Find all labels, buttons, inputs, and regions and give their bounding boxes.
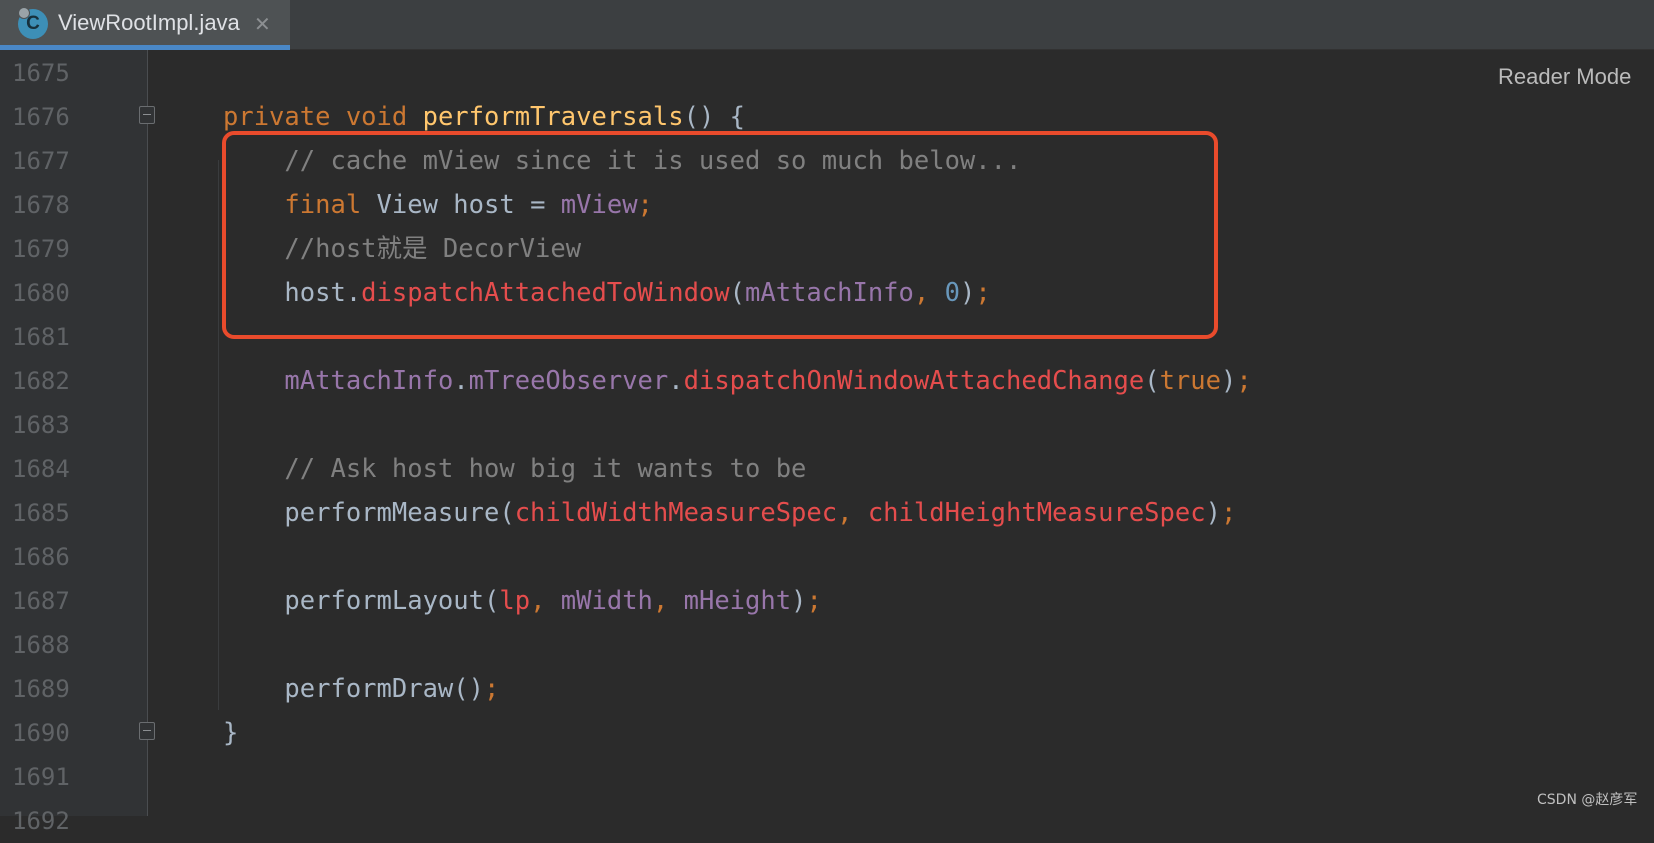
- code-token: ): [1220, 366, 1237, 396]
- editor-tab-viewrootimpl[interactable]: C ViewRootImpl.java ✕: [0, 0, 290, 50]
- code-token: mHeight: [683, 586, 792, 616]
- code-token: // Ask host how big it wants to be: [284, 454, 807, 484]
- code-line[interactable]: 1691: [0, 755, 1654, 799]
- code-text: mAttachInfo.mTreeObserver.dispatchOnWind…: [223, 359, 1252, 403]
- code-text: // Ask host how big it wants to be: [223, 447, 806, 491]
- reader-mode-button[interactable]: Reader Mode: [1498, 64, 1631, 90]
- line-number: 1675: [12, 59, 70, 87]
- code-token: childWidthMeasureSpec: [514, 498, 838, 528]
- code-token: ;: [806, 586, 822, 616]
- code-line[interactable]: 1685 performMeasure(childWidthMeasureSpe…: [0, 491, 1654, 535]
- code-token: mWidth: [560, 586, 653, 616]
- editor-tab-bar: C ViewRootImpl.java ✕: [0, 0, 1654, 50]
- highlight-annotation-box: [222, 131, 1218, 339]
- line-number: 1681: [12, 323, 70, 351]
- code-token: private: [223, 102, 346, 132]
- line-number: 1690: [12, 719, 70, 747]
- line-number: 1687: [12, 587, 70, 615]
- code-text: performDraw();: [223, 667, 499, 711]
- code-line[interactable]: 1687 performLayout(lp, mWidth, mHeight);: [0, 579, 1654, 623]
- code-token: ,: [652, 586, 684, 616]
- line-number: 1682: [12, 367, 70, 395]
- code-token: .: [668, 366, 684, 396]
- code-token: dispatchOnWindowAttachedChange: [683, 366, 1145, 396]
- code-token: (: [1144, 366, 1160, 396]
- line-number: 1676: [12, 103, 70, 131]
- code-token: ,: [530, 586, 561, 616]
- code-token: performMeasure(: [223, 498, 515, 528]
- code-token: mAttachInfo: [284, 366, 454, 396]
- fold-marker-icon[interactable]: [139, 722, 155, 740]
- line-number: 1678: [12, 191, 70, 219]
- code-token: performTraversals: [422, 102, 684, 132]
- code-token: ): [791, 586, 807, 616]
- code-token: ;: [1220, 498, 1237, 528]
- code-token: mTreeObserver: [468, 366, 669, 396]
- line-number: 1680: [12, 279, 70, 307]
- code-token: ): [1205, 498, 1221, 528]
- code-token: performLayout(: [223, 586, 500, 616]
- line-number: 1688: [12, 631, 70, 659]
- code-token: lp: [499, 586, 531, 616]
- code-token: void: [345, 102, 423, 132]
- code-line[interactable]: 1688: [0, 623, 1654, 667]
- code-token: true: [1159, 366, 1221, 396]
- code-token: .: [453, 366, 469, 396]
- tab-label: ViewRootImpl.java: [58, 10, 240, 35]
- line-number: 1679: [12, 235, 70, 263]
- code-token: ;: [484, 674, 500, 704]
- code-token: () {: [683, 102, 746, 132]
- code-token: }: [223, 718, 239, 748]
- line-number: 1677: [12, 147, 70, 175]
- close-icon[interactable]: ✕: [254, 11, 271, 37]
- line-number: 1691: [12, 763, 70, 791]
- fold-marker-icon[interactable]: [139, 106, 155, 124]
- code-line[interactable]: 1692: [0, 799, 1654, 843]
- line-number: 1692: [12, 807, 70, 835]
- watermark: CSDN @赵彦军: [1537, 792, 1638, 808]
- code-line[interactable]: 1690}: [0, 711, 1654, 755]
- code-token: childHeightMeasureSpec: [867, 498, 1206, 528]
- code-token: ;: [1236, 366, 1252, 396]
- line-number: 1685: [12, 499, 70, 527]
- code-line[interactable]: 1675: [0, 51, 1654, 95]
- code-line[interactable]: 1683: [0, 403, 1654, 447]
- class-pin-icon: [18, 7, 30, 19]
- code-token: ,: [837, 498, 868, 528]
- code-line[interactable]: 1689 performDraw();: [0, 667, 1654, 711]
- code-line[interactable]: 1684 // Ask host how big it wants to be: [0, 447, 1654, 491]
- code-text: performMeasure(childWidthMeasureSpec, ch…: [223, 491, 1236, 535]
- line-number: 1683: [12, 411, 70, 439]
- code-text: performLayout(lp, mWidth, mHeight);: [223, 579, 822, 623]
- line-number: 1686: [12, 543, 70, 571]
- code-text: }: [223, 711, 238, 755]
- code-token: performDraw(): [223, 674, 484, 704]
- code-line[interactable]: 1686: [0, 535, 1654, 579]
- line-number: 1684: [12, 455, 70, 483]
- code-line[interactable]: 1682 mAttachInfo.mTreeObserver.dispatchO…: [0, 359, 1654, 403]
- line-number: 1689: [12, 675, 70, 703]
